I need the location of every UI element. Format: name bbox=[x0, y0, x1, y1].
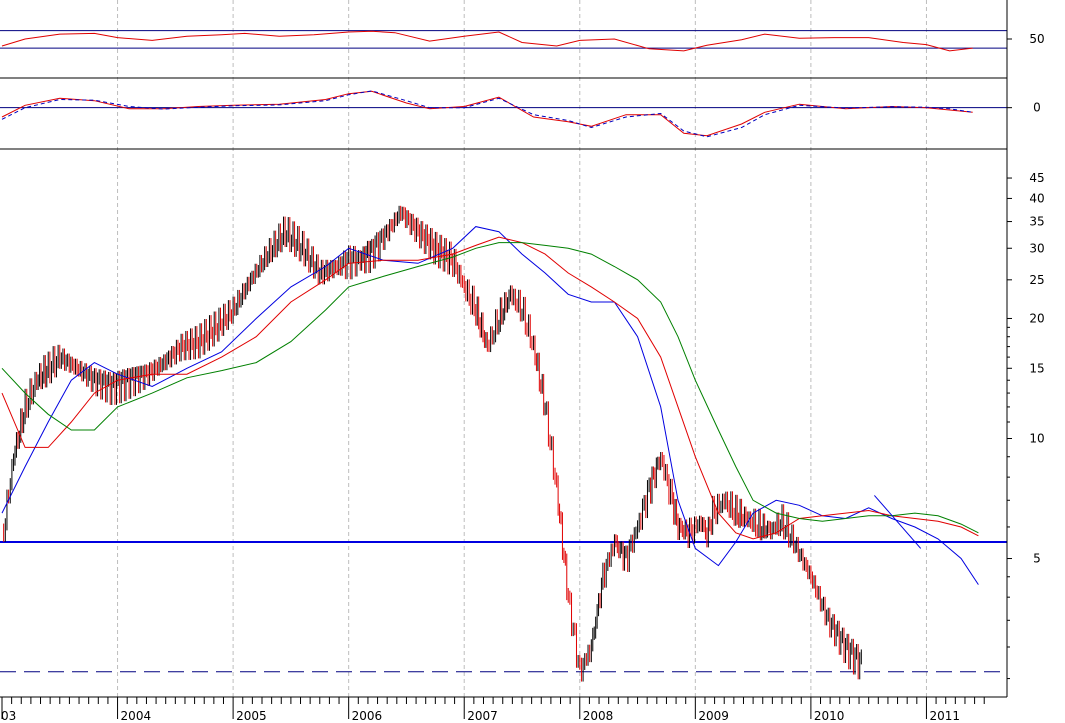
moving-average-line bbox=[1, 242, 979, 534]
x-axis: 03 2004 2005 2006 2007 2008 2009 2010 2011 bbox=[0, 696, 1007, 723]
y-tick-label: 30 bbox=[1029, 241, 1044, 255]
panel-price bbox=[0, 148, 1007, 682]
y-tick-label: 45 bbox=[1029, 171, 1044, 185]
moving-average-line bbox=[1, 236, 979, 540]
x-tick-label: 2004 bbox=[121, 709, 152, 723]
x-tick-label: 2005 bbox=[236, 709, 267, 723]
moving-average-line bbox=[1, 226, 979, 585]
panel-macd bbox=[0, 77, 1007, 138]
x-tick-label: 03 bbox=[1, 709, 16, 723]
y-tick-label: 15 bbox=[1029, 361, 1044, 375]
panel-rsi bbox=[0, 30, 1007, 52]
trendline bbox=[874, 495, 922, 549]
y-tick-label: 25 bbox=[1029, 273, 1044, 287]
y-tick-label: 10 bbox=[1029, 431, 1044, 445]
y-tick-label: 40 bbox=[1029, 191, 1044, 205]
y-tick-label: 50 bbox=[1029, 32, 1044, 46]
x-tick-label: 2011 bbox=[929, 709, 960, 723]
x-tick-label: 2008 bbox=[583, 709, 614, 723]
y-tick-label: 35 bbox=[1029, 215, 1044, 229]
y-tick-label: 0 bbox=[1033, 101, 1041, 115]
series-line bbox=[1, 90, 973, 137]
x-tick-label: 2010 bbox=[814, 709, 845, 723]
y-tick-label: 20 bbox=[1029, 311, 1044, 325]
series-line bbox=[1, 90, 973, 138]
y-axis-tick-labels: 50 0 45 40 35 30 25 20 15 10 5 bbox=[1006, 0, 1045, 697]
x-tick-label: 2009 bbox=[698, 709, 729, 723]
stock-chart: 50 0 45 40 35 30 25 20 15 10 5 03 2004 2005 2006 2007 2… bbox=[0, 0, 1045, 723]
y-tick-label: 5 bbox=[1033, 552, 1041, 566]
x-tick-label: 2007 bbox=[467, 709, 498, 723]
chart-panels bbox=[0, 30, 1007, 682]
x-tick-label: 2006 bbox=[352, 709, 383, 723]
